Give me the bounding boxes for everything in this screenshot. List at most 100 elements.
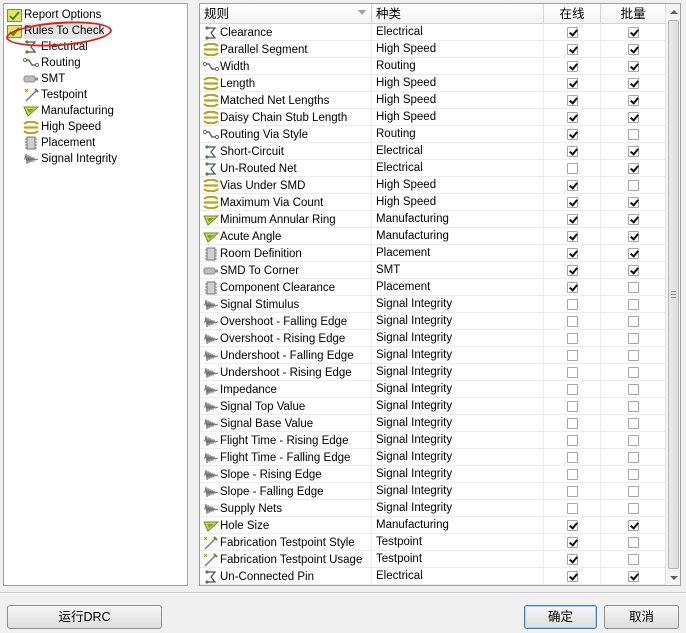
table-row[interactable]: Slope - Rising Edge Signal Integrity bbox=[200, 466, 666, 483]
table-row[interactable]: Daisy Chain Stub Length High Speed bbox=[200, 109, 666, 126]
tree-item-testpoint[interactable]: Testpoint bbox=[23, 87, 87, 103]
online-checkbox[interactable] bbox=[566, 146, 578, 157]
batch-checkbox[interactable] bbox=[627, 520, 639, 531]
table-row[interactable]: Acute Angle Manufacturing bbox=[200, 228, 666, 245]
tree-item-high-speed[interactable]: High Speed bbox=[23, 119, 101, 135]
table-row[interactable]: Flight Time - Falling Edge Signal Integri… bbox=[200, 449, 666, 466]
online-checkbox[interactable] bbox=[566, 316, 578, 327]
column-header-online[interactable]: 在线 bbox=[544, 4, 601, 24]
online-checkbox[interactable] bbox=[566, 486, 578, 497]
table-row[interactable]: Signal Base Value Signal Integrity bbox=[200, 415, 666, 432]
online-checkbox[interactable] bbox=[566, 299, 578, 310]
table-row[interactable]: Hole Size Manufacturing bbox=[200, 517, 666, 534]
batch-checkbox[interactable] bbox=[627, 197, 639, 208]
table-row[interactable]: Overshoot - Falling Edge Signal Integrity bbox=[200, 313, 666, 330]
online-checkbox[interactable] bbox=[566, 231, 578, 242]
table-row[interactable]: Signal Stimulus Signal Integrity bbox=[200, 296, 666, 313]
online-checkbox[interactable] bbox=[566, 282, 578, 293]
table-row[interactable]: Length High Speed bbox=[200, 75, 666, 92]
column-header-batch[interactable]: 批量 bbox=[601, 4, 666, 24]
online-checkbox[interactable] bbox=[566, 401, 578, 412]
batch-checkbox[interactable] bbox=[627, 282, 639, 293]
table-row[interactable]: Routing Via Style Routing bbox=[200, 126, 666, 143]
batch-checkbox[interactable] bbox=[627, 78, 639, 89]
batch-checkbox[interactable] bbox=[627, 554, 639, 565]
batch-checkbox[interactable] bbox=[627, 112, 639, 123]
online-checkbox[interactable] bbox=[566, 180, 578, 191]
table-row[interactable]: Maximum Via Count High Speed bbox=[200, 194, 666, 211]
table-row[interactable]: Undershoot - Rising Edge Signal Integrity bbox=[200, 364, 666, 381]
batch-checkbox[interactable] bbox=[627, 384, 639, 395]
batch-checkbox[interactable] bbox=[627, 418, 639, 429]
table-row[interactable]: Width Routing bbox=[200, 58, 666, 75]
batch-checkbox[interactable] bbox=[627, 146, 639, 157]
online-checkbox[interactable] bbox=[566, 554, 578, 565]
online-checkbox[interactable] bbox=[566, 112, 578, 123]
online-checkbox[interactable] bbox=[566, 520, 578, 531]
batch-checkbox[interactable] bbox=[627, 248, 639, 259]
batch-checkbox[interactable] bbox=[627, 486, 639, 497]
batch-checkbox[interactable] bbox=[627, 350, 639, 361]
batch-checkbox[interactable] bbox=[627, 27, 639, 38]
table-row[interactable]: Flight Time - Rising Edge Signal Integrit… bbox=[200, 432, 666, 449]
online-checkbox[interactable] bbox=[566, 27, 578, 38]
online-checkbox[interactable] bbox=[566, 350, 578, 361]
table-row[interactable]: Matched Net Lengths High Speed bbox=[200, 92, 666, 109]
table-row[interactable]: Fabrication Testpoint Usage Testpoint bbox=[200, 551, 666, 568]
batch-checkbox[interactable] bbox=[627, 265, 639, 276]
batch-checkbox[interactable] bbox=[627, 163, 639, 174]
online-checkbox[interactable] bbox=[566, 503, 578, 514]
online-checkbox[interactable] bbox=[566, 129, 578, 140]
batch-checkbox[interactable] bbox=[627, 435, 639, 446]
online-checkbox[interactable] bbox=[566, 61, 578, 72]
tree-item-manufacturing[interactable]: Manufacturing bbox=[23, 103, 114, 119]
online-checkbox[interactable] bbox=[566, 537, 578, 548]
tree-item-electrical[interactable]: Electrical bbox=[23, 39, 88, 55]
tree-item-routing[interactable]: Routing bbox=[23, 55, 81, 71]
batch-checkbox[interactable] bbox=[627, 503, 639, 514]
online-checkbox[interactable] bbox=[566, 78, 578, 89]
online-checkbox[interactable] bbox=[566, 248, 578, 259]
online-checkbox[interactable] bbox=[566, 44, 578, 55]
table-row[interactable]: Un-Connected Pin Electrical bbox=[200, 568, 666, 585]
column-header-kind[interactable]: 种类 bbox=[372, 4, 544, 24]
tree-item-signal-integrity[interactable]: Signal Integrity bbox=[23, 151, 117, 167]
table-row[interactable]: Fabrication Testpoint Style Testpoint bbox=[200, 534, 666, 551]
batch-checkbox[interactable] bbox=[627, 401, 639, 412]
tree-item-smt[interactable]: SMT bbox=[23, 71, 65, 87]
batch-checkbox[interactable] bbox=[627, 537, 639, 548]
table-row[interactable]: Clearance Electrical bbox=[200, 24, 666, 41]
batch-checkbox[interactable] bbox=[627, 316, 639, 327]
batch-checkbox[interactable] bbox=[627, 469, 639, 480]
table-row[interactable]: Undershoot - Falling Edge Signal Integrit… bbox=[200, 347, 666, 364]
scroll-thumb[interactable] bbox=[668, 20, 679, 569]
online-checkbox[interactable] bbox=[566, 367, 578, 378]
table-row[interactable]: Impedance Signal Integrity bbox=[200, 381, 666, 398]
sort-arrow-icon[interactable] bbox=[358, 10, 366, 15]
table-row[interactable]: Un-Routed Net Electrical bbox=[200, 160, 666, 177]
table-row[interactable]: Component Clearance Placement bbox=[200, 279, 666, 296]
rule-category-tree[interactable]: Report Options Rules To Check Electrical Ro… bbox=[3, 3, 188, 586]
batch-checkbox[interactable] bbox=[627, 299, 639, 310]
batch-checkbox[interactable] bbox=[627, 333, 639, 344]
table-row[interactable]: Vias Under SMD High Speed bbox=[200, 177, 666, 194]
table-row[interactable]: Supply Nets Signal Integrity bbox=[200, 500, 666, 517]
batch-checkbox[interactable] bbox=[627, 95, 639, 106]
batch-checkbox[interactable] bbox=[627, 214, 639, 225]
batch-checkbox[interactable] bbox=[627, 44, 639, 55]
ok-button[interactable]: 确定 bbox=[524, 605, 597, 629]
scroll-down-button[interactable] bbox=[666, 570, 680, 585]
batch-checkbox[interactable] bbox=[627, 61, 639, 72]
online-checkbox[interactable] bbox=[566, 333, 578, 344]
batch-checkbox[interactable] bbox=[627, 231, 639, 242]
scroll-up-button[interactable] bbox=[666, 4, 680, 19]
batch-checkbox[interactable] bbox=[627, 180, 639, 191]
batch-checkbox[interactable] bbox=[627, 129, 639, 140]
online-checkbox[interactable] bbox=[566, 265, 578, 276]
table-row[interactable]: Minimum Annular Ring Manufacturing bbox=[200, 211, 666, 228]
table-row[interactable]: Parallel Segment High Speed bbox=[200, 41, 666, 58]
online-checkbox[interactable] bbox=[566, 384, 578, 395]
online-checkbox[interactable] bbox=[566, 197, 578, 208]
table-row[interactable]: SMD To Corner SMT bbox=[200, 262, 666, 279]
online-checkbox[interactable] bbox=[566, 452, 578, 463]
